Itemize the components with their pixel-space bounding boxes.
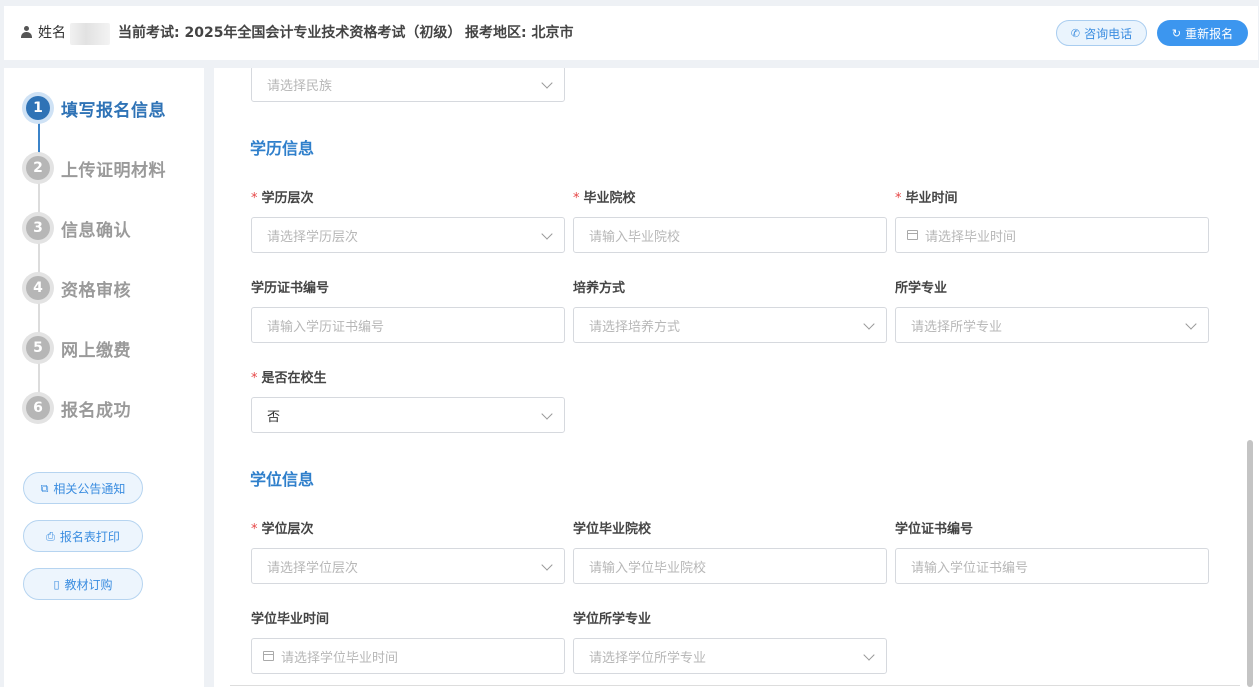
- degree-level-label: * 学位层次: [251, 522, 314, 537]
- degree-certificate-input[interactable]: 请输入学位证书编号: [895, 548, 1209, 584]
- education-level-label: * 学历层次: [251, 191, 314, 206]
- chevron-down-icon: [541, 77, 553, 89]
- step-registration-success[interactable]: 6 报名成功: [22, 391, 202, 425]
- degree-time-label: 学位毕业时间: [251, 612, 330, 627]
- step-sidebar: 1 填写报名信息 2 上传证明材料 3 信息确认 4 资格审核 5 网上缴费 6…: [4, 68, 204, 687]
- reapply-label: 重新报名: [1185, 26, 1234, 41]
- major-select[interactable]: 请选择所学专业: [895, 307, 1209, 343]
- refresh-icon: ↻: [1171, 26, 1182, 40]
- step-label: 资格审核: [61, 280, 131, 301]
- degree-major-select[interactable]: 请选择学位所学专业: [573, 638, 887, 674]
- graduation-time-label: * 毕业时间: [895, 191, 958, 206]
- step-label: 报名成功: [61, 400, 131, 421]
- degree-school-input[interactable]: 请输入学位毕业院校: [573, 548, 887, 584]
- step-label: 填写报名信息: [61, 100, 166, 121]
- step-fill-info[interactable]: 1 填写报名信息: [22, 91, 202, 125]
- in-school-value: 否: [267, 409, 281, 425]
- step-number-badge: 2: [22, 152, 54, 184]
- in-school-select[interactable]: 否: [251, 397, 565, 433]
- candidate-name-redacted: [70, 23, 110, 45]
- certificate-no-label: 学历证书编号: [251, 281, 330, 296]
- training-mode-select[interactable]: 请选择培养方式: [573, 307, 887, 343]
- step-number-badge: 3: [22, 212, 54, 244]
- graduate-school-label: * 毕业院校: [573, 191, 636, 206]
- step-online-payment[interactable]: 5 网上缴费: [22, 331, 202, 365]
- announcements-label: 相关公告通知: [53, 481, 126, 496]
- print-form-button[interactable]: ⎙ 报名表打印: [23, 520, 143, 552]
- step-number-badge: 4: [22, 272, 54, 304]
- chevron-down-icon: [1185, 318, 1197, 330]
- degree-time-placeholder: 请选择学位毕业时间: [281, 650, 399, 666]
- consult-phone-button[interactable]: ✆ 咨询电话: [1056, 20, 1147, 46]
- calendar-icon: [263, 651, 274, 661]
- chevron-down-icon: [541, 559, 553, 571]
- chevron-down-icon: [541, 408, 553, 420]
- step-number-badge: 6: [22, 392, 54, 424]
- step-confirm-info[interactable]: 3 信息确认: [22, 211, 202, 245]
- step-qualification-review[interactable]: 4 资格审核: [22, 271, 202, 305]
- vertical-scrollbar[interactable]: [1247, 440, 1253, 687]
- education-section-title: 学历信息: [250, 139, 315, 158]
- training-mode-label: 培养方式: [573, 281, 626, 296]
- top-header: 姓名 当前考试: 2025年全国会计专业技术资格考试（初级） 报考地区: 北京市…: [4, 6, 1258, 60]
- training-mode-placeholder: 请选择培养方式: [589, 319, 681, 335]
- print-form-label: 报名表打印: [59, 529, 120, 544]
- degree-school-placeholder: 请输入学位毕业院校: [589, 560, 707, 576]
- copy-icon: ⧉: [40, 481, 49, 495]
- degree-certificate-placeholder: 请输入学位证书编号: [911, 560, 1029, 576]
- step-number-badge: 5: [22, 332, 54, 364]
- calendar-icon: [907, 230, 918, 240]
- degree-section-title: 学位信息: [250, 470, 315, 489]
- graduate-school-placeholder: 请输入毕业院校: [589, 229, 681, 245]
- degree-level-select[interactable]: 请选择学位层次: [251, 548, 565, 584]
- form-bottom-divider: [230, 685, 1240, 686]
- step-label: 上传证明材料: [61, 160, 166, 181]
- graduate-school-input[interactable]: 请输入毕业院校: [573, 217, 887, 253]
- degree-school-label: 学位毕业院校: [573, 522, 652, 537]
- phone-icon: ✆: [1070, 26, 1081, 40]
- chevron-down-icon: [863, 318, 875, 330]
- chevron-down-icon: [863, 649, 875, 661]
- textbook-order-label: 教材订购: [64, 577, 113, 592]
- textbook-order-button[interactable]: ▯ 教材订购: [23, 568, 143, 600]
- ethnicity-select[interactable]: 请选择民族: [251, 68, 565, 102]
- current-exam-label: 当前考试: 2025年全国会计专业技术资格考试（初级）: [118, 25, 462, 41]
- step-label: 网上缴费: [61, 340, 131, 361]
- candidate-name-label: 姓名: [38, 25, 66, 41]
- major-placeholder: 请选择所学专业: [911, 319, 1003, 335]
- step-label: 信息确认: [61, 220, 131, 241]
- announcements-button[interactable]: ⧉ 相关公告通知: [23, 472, 143, 504]
- registration-form: 请选择民族 学历信息 * 学历层次 * 毕业院校 * 毕业时间 请选择学历层次 请输入…: [214, 68, 1259, 687]
- graduation-time-placeholder: 请选择毕业时间: [925, 229, 1017, 245]
- step-number-badge: 1: [22, 92, 54, 124]
- in-school-label: * 是否在校生: [251, 371, 327, 386]
- step-upload-materials[interactable]: 2 上传证明材料: [22, 151, 202, 185]
- degree-level-placeholder: 请选择学位层次: [267, 560, 359, 576]
- printer-icon: ⎙: [46, 529, 55, 543]
- user-icon: [21, 26, 32, 38]
- chevron-down-icon: [541, 228, 553, 240]
- degree-major-placeholder: 请选择学位所学专业: [589, 650, 707, 666]
- graduation-time-picker[interactable]: 请选择毕业时间: [895, 217, 1209, 253]
- ethnicity-placeholder: 请选择民族: [267, 78, 333, 94]
- degree-major-label: 学位所学专业: [573, 612, 652, 627]
- book-icon: ▯: [53, 577, 60, 591]
- certificate-no-placeholder: 请输入学历证书编号: [267, 319, 385, 335]
- certificate-no-input[interactable]: 请输入学历证书编号: [251, 307, 565, 343]
- exam-region-label: 报考地区: 北京市: [465, 25, 574, 41]
- consult-phone-label: 咨询电话: [1084, 26, 1133, 41]
- major-label: 所学专业: [895, 281, 948, 296]
- reapply-button[interactable]: ↻ 重新报名: [1157, 20, 1248, 46]
- education-level-select[interactable]: 请选择学历层次: [251, 217, 565, 253]
- education-level-placeholder: 请选择学历层次: [267, 229, 359, 245]
- degree-certificate-label: 学位证书编号: [895, 522, 974, 537]
- degree-time-picker[interactable]: 请选择学位毕业时间: [251, 638, 565, 674]
